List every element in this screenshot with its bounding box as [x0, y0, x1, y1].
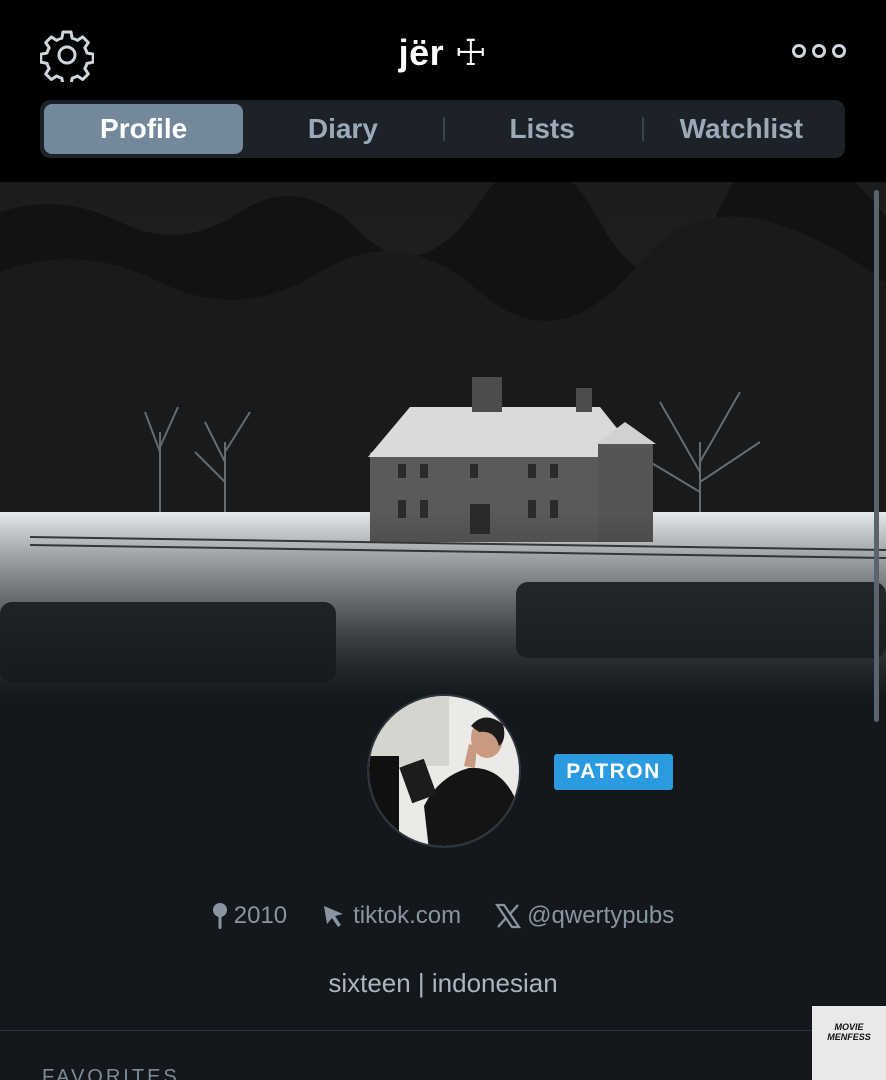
scrollbar[interactable]	[874, 190, 879, 722]
tab-watchlist[interactable]: Watchlist	[641, 104, 841, 154]
favorites-heading: FAVORITES	[42, 1066, 180, 1080]
divider	[0, 1030, 886, 1031]
patron-badge: PATRON	[554, 754, 673, 790]
page-title: jër ☩	[398, 32, 488, 73]
watermark-logo: MOVIE MENFESS	[812, 1006, 886, 1080]
location-text: 2010	[233, 902, 288, 929]
website-text: tiktok.com	[353, 902, 462, 929]
top-bar: jër ☩ Profile Diary Lists Watchlist	[0, 0, 886, 182]
location-pin-icon	[212, 903, 227, 929]
avatar[interactable]	[367, 694, 521, 848]
x-logo-icon	[495, 903, 522, 929]
cursor-icon	[324, 906, 344, 927]
watermark-line1: MOVIE	[834, 1022, 864, 1032]
more-dot	[812, 44, 826, 58]
backdrop-image	[0, 182, 886, 702]
tab-profile[interactable]: Profile	[44, 104, 244, 154]
profile-meta: 2010 tiktok.com @qwertypubs	[0, 902, 886, 930]
bio-text: sixteen | indonesian	[328, 968, 558, 998]
website-link[interactable]: tiktok.com	[321, 902, 461, 930]
more-dot	[832, 44, 846, 58]
location-item: 2010	[212, 902, 287, 930]
tab-bar: Profile Diary Lists Watchlist	[40, 100, 845, 158]
more-dot	[792, 44, 806, 58]
tab-diary[interactable]: Diary	[243, 104, 442, 154]
twitter-text: @qwertypubs	[527, 902, 675, 929]
more-icon[interactable]	[792, 44, 846, 58]
twitter-link[interactable]: @qwertypubs	[495, 902, 674, 930]
tab-lists[interactable]: Lists	[442, 104, 642, 154]
watermark-line2: MENFESS	[827, 1032, 871, 1042]
